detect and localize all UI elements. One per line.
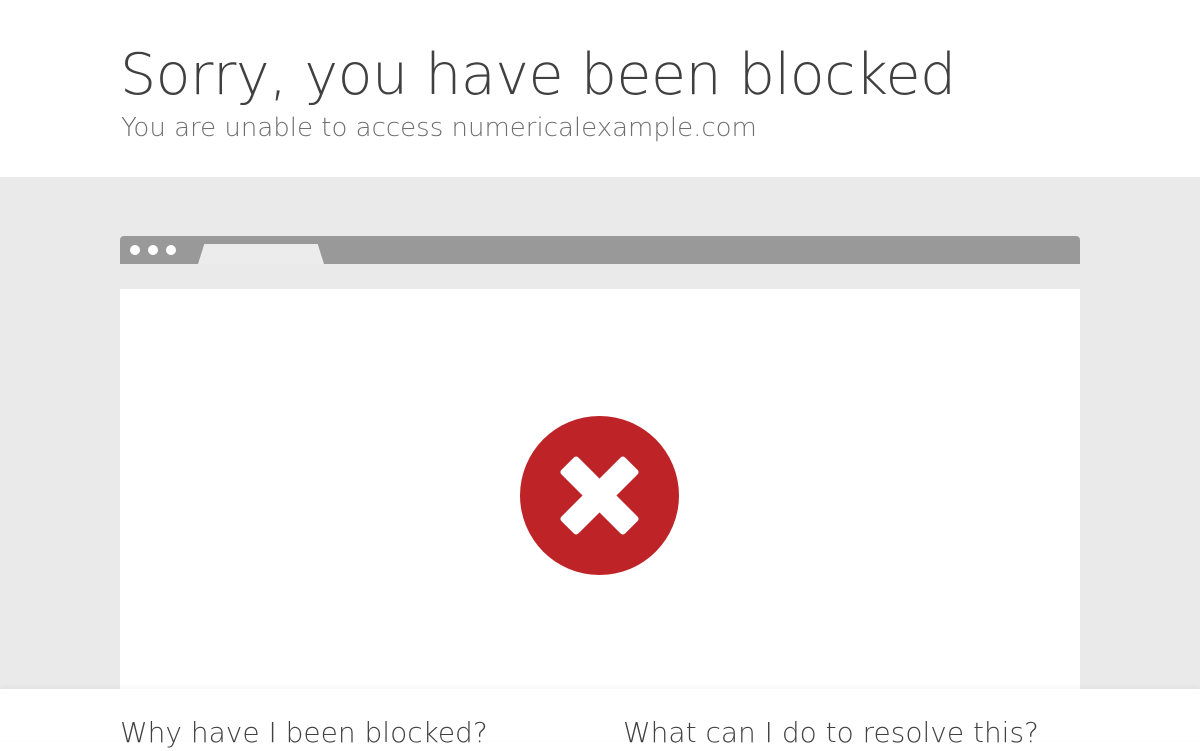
page-title: Sorry, you have been blocked [120, 42, 956, 108]
browser-window-bar [120, 236, 1080, 264]
info-section: Why have I been blocked? What can I do t… [0, 689, 1200, 749]
page-subtitle: You are unable to access numericalexampl… [121, 113, 757, 143]
window-dot-icon [148, 245, 158, 255]
page-header: Sorry, you have been blocked You are una… [0, 0, 1200, 177]
why-blocked-heading: Why have I been blocked? [120, 716, 488, 749]
window-dot-icon [166, 245, 176, 255]
window-dot-icon [130, 245, 140, 255]
blocked-x-icon [520, 416, 679, 575]
resolve-heading: What can I do to resolve this? [623, 716, 1039, 749]
browser-tab-icon [198, 244, 324, 264]
